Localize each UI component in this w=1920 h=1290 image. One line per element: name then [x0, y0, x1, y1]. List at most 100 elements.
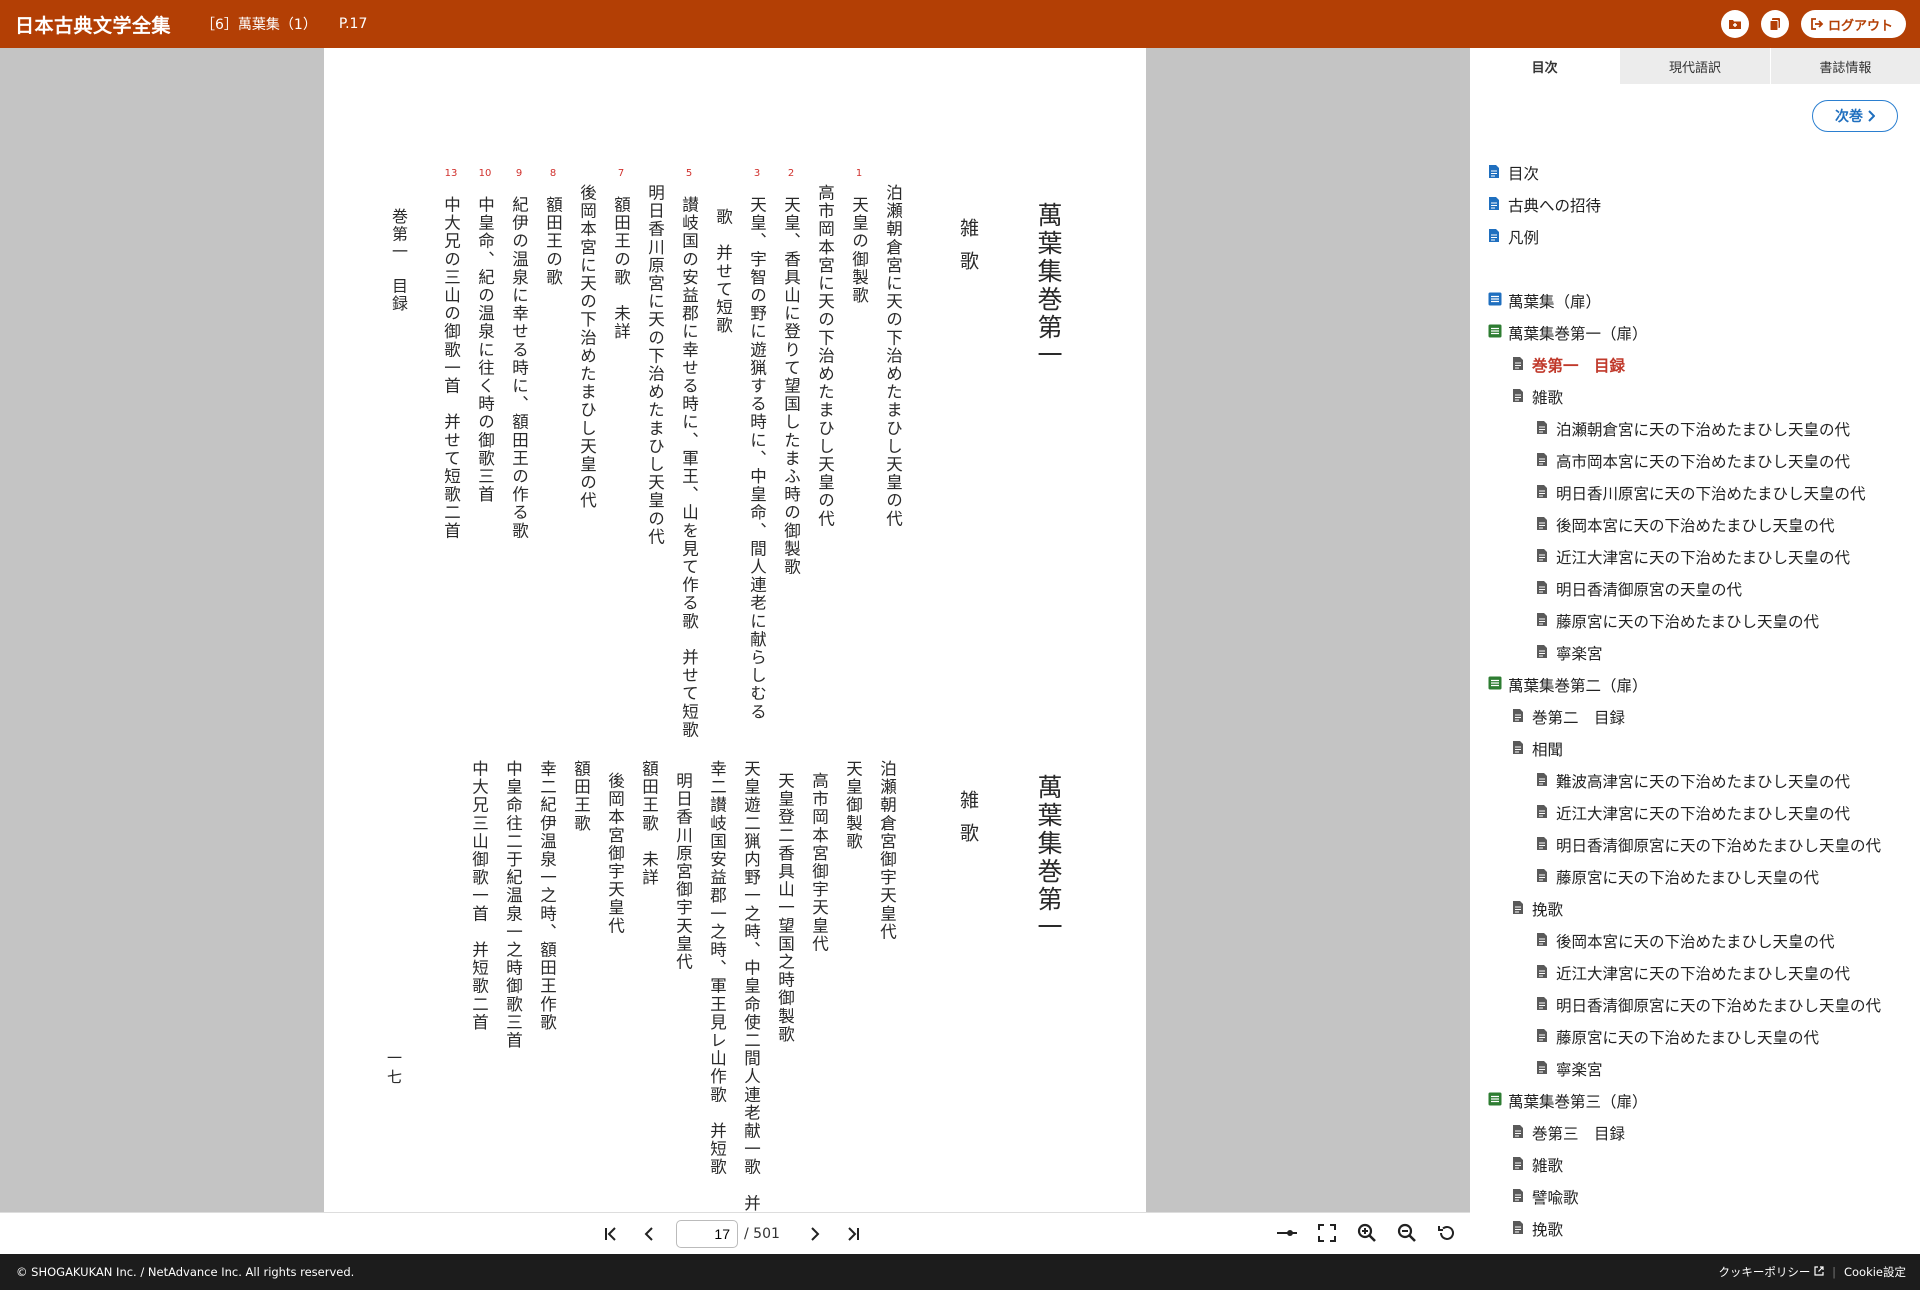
prev-page-button[interactable]: [636, 1221, 662, 1247]
toc-item[interactable]: 高市岡本宮に天の下治めたまひし天皇の代: [1488, 445, 1908, 477]
toc-item[interactable]: 近江大津宮に天の下治めたまひし天皇の代: [1488, 957, 1908, 989]
document-icon: [1536, 932, 1552, 950]
toc-item-label: 後岡本宮に天の下治めたまひし天皇の代: [1556, 933, 1835, 951]
cookie-policy-link[interactable]: クッキーポリシー: [1718, 1264, 1824, 1280]
upper-contents-line: 高市岡本宮に天の下治めたまひし天皇の代: [815, 184, 835, 528]
logout-label: ログアウト: [1827, 18, 1893, 34]
toc-item[interactable]: 萬葉集巻第二（扉）: [1488, 669, 1908, 701]
toc-item[interactable]: 明日香清御原宮に天の下治めたまひし天皇の代: [1488, 989, 1908, 1021]
copy-icon: [1769, 18, 1780, 31]
poem-number: 2: [787, 168, 795, 179]
upper-contents-line: 明日香川原宮に天の下治めたまひし天皇の代: [645, 184, 665, 546]
tab-translation[interactable]: 現代語訳: [1619, 48, 1770, 84]
fullscreen-button[interactable]: [1314, 1220, 1340, 1246]
lower-contents-line: 泊瀬朝倉宮御宇天皇代: [877, 760, 897, 941]
external-link-icon: [1814, 1266, 1824, 1276]
toc-item-label: 挽歌: [1532, 1221, 1564, 1239]
lower-contents-line: 天皇登二香具山一望国之時御製歌: [775, 772, 795, 1044]
toc-item[interactable]: 譬喩歌: [1488, 1181, 1908, 1213]
upper-contents-line: 天皇、宇智の野に遊猟する時に、中皇命、間人連老に献らしむる: [747, 196, 767, 721]
reset-view-button[interactable]: [1434, 1220, 1460, 1246]
toc-item[interactable]: 凡例: [1488, 221, 1908, 253]
document-icon: [1512, 1156, 1528, 1174]
add-bookmark-button[interactable]: [1720, 10, 1749, 38]
toc-item-label: 近江大津宮に天の下治めたまひし天皇の代: [1556, 549, 1851, 567]
toc-item[interactable]: 明日香清御原宮の天皇の代: [1488, 573, 1908, 605]
toc-item[interactable]: 巻第三 目録: [1488, 1117, 1908, 1149]
cookie-settings-link[interactable]: Cookie設定: [1844, 1264, 1906, 1280]
toc-item[interactable]: 萬葉集巻第一（扉）: [1488, 317, 1908, 349]
zoom-in-button[interactable]: [1354, 1220, 1380, 1246]
toc-item-label: 明日香清御原宮に天の下治めたまひし天皇の代: [1556, 997, 1882, 1015]
upper-contents-line: 天皇、香具山に登りて望国したまふ時の御製歌: [781, 196, 801, 577]
toc-item-label: 難波高津宮に天の下治めたまひし天皇の代: [1556, 773, 1851, 791]
toc-item[interactable]: 萬葉集巻第三（扉）: [1488, 1085, 1908, 1117]
total-pages: / 501: [744, 1226, 780, 1242]
toc-item[interactable]: 古典への招待: [1488, 189, 1908, 221]
page-number-input[interactable]: [676, 1220, 738, 1248]
document-icon: [1536, 580, 1552, 598]
toc-item[interactable]: 挽歌: [1488, 1213, 1908, 1245]
document-icon: [1536, 1060, 1552, 1078]
toc-item[interactable]: 泊瀬朝倉宮に天の下治めたまひし天皇の代: [1488, 413, 1908, 445]
toc-item[interactable]: 雑歌: [1488, 1149, 1908, 1181]
lower-contents-line: 中皇命往二于紀温泉一之時御歌三首: [503, 760, 523, 1050]
toc-item[interactable]: 目次: [1488, 157, 1908, 189]
sidebar: 目次 現代語訳 書誌情報 次巻 目次古典への招待凡例萬葉集（扉） 萬葉集巻第一（扉…: [1470, 48, 1920, 1254]
tab-contents[interactable]: 目次: [1470, 48, 1620, 84]
sidebar-tabs: 目次 現代語訳 書誌情報: [1470, 48, 1920, 84]
document-icon: [1536, 484, 1552, 502]
toc-item[interactable]: 萬葉集（扉）: [1488, 285, 1908, 317]
next-volume-button[interactable]: 次巻: [1812, 100, 1898, 132]
logout-icon: [1811, 18, 1824, 30]
toc-item[interactable]: 雑歌: [1488, 381, 1908, 413]
chevron-right-icon: [811, 1227, 820, 1241]
zoom-out-icon: [1397, 1223, 1416, 1242]
toc-item[interactable]: 藤原宮に天の下治めたまひし天皇の代: [1488, 605, 1908, 637]
list-icon: [1488, 324, 1504, 342]
last-page-button[interactable]: [840, 1221, 866, 1247]
copy-button[interactable]: [1760, 10, 1789, 38]
rotate-icon: [1438, 1225, 1454, 1240]
toc-item[interactable]: 近江大津宮に天の下治めたまひし天皇の代: [1488, 797, 1908, 829]
logout-button[interactable]: ログアウト: [1800, 10, 1906, 38]
toc-item[interactable]: 巻第二 目録: [1488, 701, 1908, 733]
zoom-out-button[interactable]: [1394, 1220, 1420, 1246]
toc-item-label: 古典への招待: [1508, 197, 1602, 215]
list-icon: [1488, 676, 1504, 694]
toc-item[interactable]: 相聞: [1488, 733, 1908, 765]
next-page-button[interactable]: [802, 1221, 828, 1247]
upper-book-title: 萬葉集巻第一: [1034, 202, 1063, 370]
document-icon: [1536, 996, 1552, 1014]
toc-item[interactable]: 藤原宮に天の下治めたまひし天皇の代: [1488, 861, 1908, 893]
document-icon: [1488, 196, 1504, 214]
document-icon: [1536, 964, 1552, 982]
tab-bibliography[interactable]: 書誌情報: [1769, 48, 1920, 84]
fit-width-button[interactable]: [1274, 1220, 1300, 1246]
toc-item[interactable]: 難波高津宮に天の下治めたまひし天皇の代: [1488, 765, 1908, 797]
toc-item[interactable]: 寧楽宮: [1488, 637, 1908, 669]
page-viewer[interactable]: 萬葉集巻第一 雑歌 巻第一 目録 萬葉集巻第一 雑歌 一七 泊瀬朝倉宮に天の下治…: [0, 48, 1470, 1212]
lower-contents-line: 中大兄三山御歌一首 并短歌二首: [469, 760, 489, 1032]
toc-item-label: 後岡本宮に天の下治めたまひし天皇の代: [1556, 517, 1835, 535]
toc-item-label: 萬葉集（扉）: [1508, 293, 1602, 311]
toc-item[interactable]: 後岡本宮に天の下治めたまひし天皇の代: [1488, 925, 1908, 957]
toc-item[interactable]: 後岡本宮に天の下治めたまひし天皇の代: [1488, 509, 1908, 541]
document-icon: [1536, 420, 1552, 438]
first-page-button[interactable]: [598, 1221, 624, 1247]
upper-contents-line: 泊瀬朝倉宮に天の下治めたまひし天皇の代: [883, 184, 903, 528]
document-icon: [1512, 740, 1528, 758]
toc-item[interactable]: 近江大津宮に天の下治めたまひし天皇の代: [1488, 541, 1908, 573]
toc-item[interactable]: 明日香川原宮に天の下治めたまひし天皇の代: [1488, 477, 1908, 509]
viewer-controls: / 501: [0, 1212, 1470, 1254]
toc-item[interactable]: 藤原宮に天の下治めたまひし天皇の代: [1488, 1021, 1908, 1053]
app-title[interactable]: 日本古典文学全集: [15, 11, 171, 38]
fullscreen-icon: [1318, 1224, 1336, 1242]
toc-item[interactable]: 巻第一 目録: [1488, 349, 1908, 381]
toc-item[interactable]: 明日香清御原宮に天の下治めたまひし天皇の代: [1488, 829, 1908, 861]
toc-item[interactable]: 寧楽宮: [1488, 1053, 1908, 1085]
poem-number: 9: [515, 168, 523, 179]
toc-item[interactable]: 挽歌: [1488, 893, 1908, 925]
top-bar: 日本古典文学全集 ［6］萬葉集（1） P.17 ログアウト: [0, 0, 1920, 48]
toc-item-label: 泊瀬朝倉宮に天の下治めたまひし天皇の代: [1556, 421, 1851, 439]
